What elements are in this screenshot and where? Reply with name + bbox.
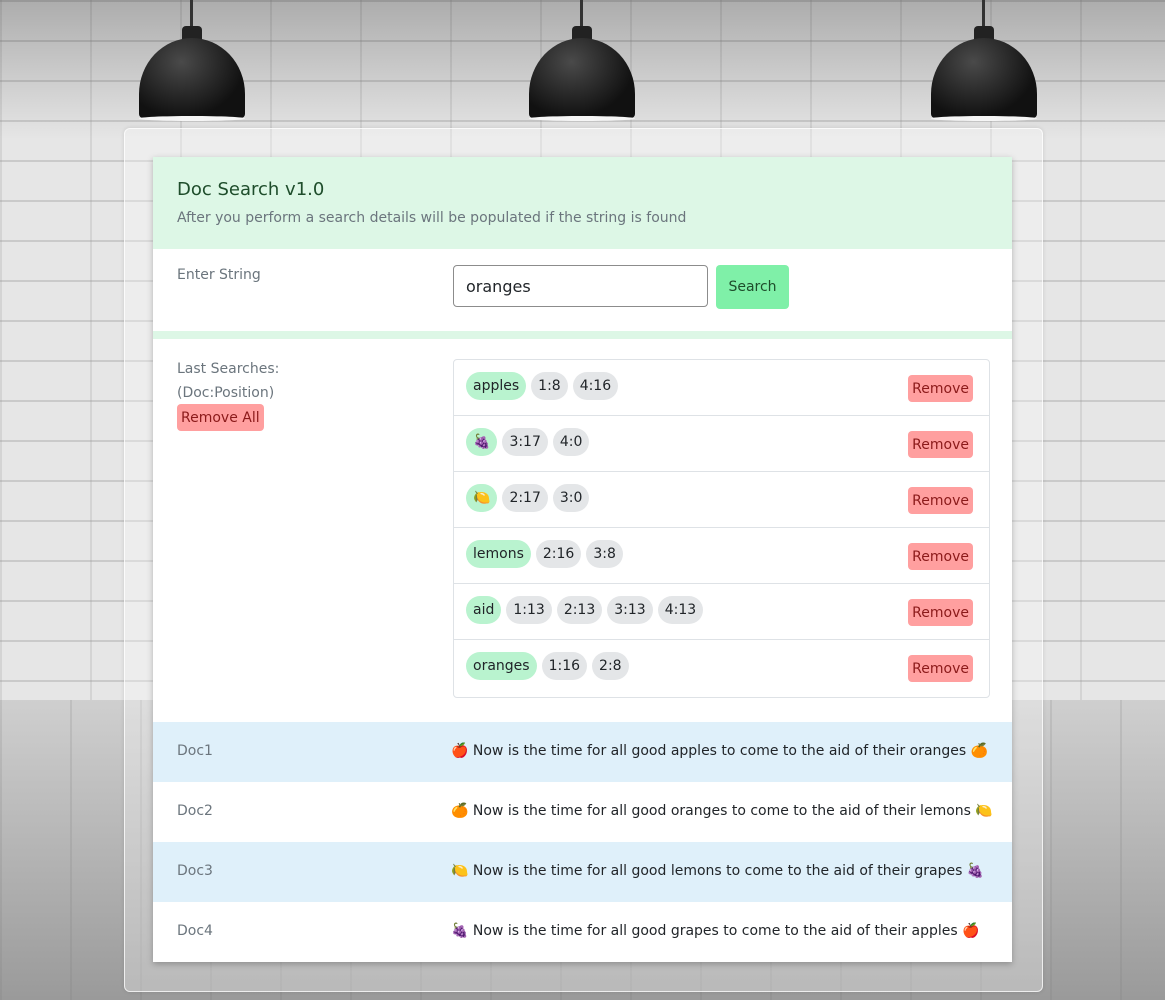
last-searches-label: Last Searches:	[177, 361, 280, 377]
remove-search-button[interactable]: Remove	[908, 375, 973, 402]
position-badge: 4:16	[572, 372, 619, 400]
position-badge: 4:0	[552, 428, 590, 456]
document-name: Doc1	[177, 743, 213, 759]
result-chips: oranges 1:16 2:8	[466, 652, 629, 680]
search-term-badge: lemons	[466, 540, 531, 568]
position-badge: 1:16	[541, 652, 588, 680]
position-badge: 3:0	[552, 484, 590, 512]
document-text: 🍋 Now is the time for all good lemons to…	[451, 863, 985, 879]
search-label: Enter String	[177, 267, 261, 283]
position-badge: 1:8	[531, 372, 568, 400]
search-term-badge: 🍋	[466, 484, 498, 512]
remove-search-button[interactable]: Remove	[908, 599, 973, 626]
result-chips: 🍋 2:17 3:0	[466, 484, 590, 512]
document-row: Doc2 🍊 Now is the time for all good orang…	[153, 782, 1012, 842]
remove-search-button[interactable]: Remove	[908, 543, 973, 570]
pendant-lamp-icon	[527, 0, 637, 125]
search-history-item: oranges 1:16 2:8 Remove	[454, 640, 989, 697]
search-term-badge: oranges	[466, 652, 537, 680]
document-name: Doc2	[177, 803, 213, 819]
page-subtitle: After you perform a search details will …	[177, 210, 687, 226]
document-row: Doc1 🍎 Now is the time for all good apple…	[153, 722, 1012, 782]
search-input[interactable]	[453, 265, 708, 307]
panel-header: Doc Search v1.0 After you perform a sear…	[153, 157, 1012, 249]
document-row: Doc3 🍋 Now is the time for all good lemon…	[153, 842, 1012, 902]
search-button[interactable]: Search	[716, 265, 789, 309]
pendant-lamp-icon	[137, 0, 247, 125]
search-history-item: apples 1:8 4:16 Remove	[454, 360, 989, 416]
search-term-badge: apples	[466, 372, 527, 400]
result-chips: aid 1:13 2:13 3:13 4:13	[466, 596, 704, 624]
position-badge: 2:13	[556, 596, 603, 624]
search-history-item: 🍋 2:17 3:0 Remove	[454, 472, 989, 528]
search-term-badge: 🍇	[466, 428, 498, 456]
position-badge: 4:13	[657, 596, 704, 624]
document-text: 🍎 Now is the time for all good apples to…	[451, 743, 989, 759]
remove-all-button[interactable]: Remove All	[177, 404, 264, 431]
page-title: Doc Search v1.0	[177, 179, 325, 200]
search-history-list: apples 1:8 4:16 Remove 🍇 3:17 4:0 Remove 🍋 2:17 3:…	[453, 359, 990, 698]
position-badge: 3:8	[586, 540, 623, 568]
position-badge: 3:13	[607, 596, 653, 624]
pendant-lamp-icon	[929, 0, 1039, 125]
doc-search-panel: Doc Search v1.0 After you perform a sear…	[153, 157, 1012, 962]
document-name: Doc4	[177, 923, 213, 939]
document-text: 🍊 Now is the time for all good oranges t…	[451, 803, 993, 819]
position-badge: 2:17	[502, 484, 548, 512]
position-badge: 3:17	[502, 428, 548, 456]
position-badge: 2:16	[535, 540, 582, 568]
remove-search-button[interactable]: Remove	[908, 487, 973, 514]
result-chips: lemons 2:16 3:8	[466, 540, 623, 568]
section-divider	[153, 331, 1012, 339]
result-chips: apples 1:8 4:16	[466, 372, 619, 400]
search-history-item: aid 1:13 2:13 3:13 4:13 Remove	[454, 584, 989, 640]
doc-position-hint: (Doc:Position)	[177, 385, 275, 401]
document-name: Doc3	[177, 863, 213, 879]
document-text: 🍇 Now is the time for all good grapes to…	[451, 923, 980, 939]
document-row: Doc4 🍇 Now is the time for all good grape…	[153, 902, 1012, 962]
search-term-badge: aid	[466, 596, 502, 624]
result-chips: 🍇 3:17 4:0	[466, 428, 590, 456]
remove-search-button[interactable]: Remove	[908, 431, 973, 458]
position-badge: 1:13	[506, 596, 552, 624]
remove-search-button[interactable]: Remove	[908, 655, 973, 682]
search-history-item: lemons 2:16 3:8 Remove	[454, 528, 989, 584]
search-history-item: 🍇 3:17 4:0 Remove	[454, 416, 989, 472]
position-badge: 2:8	[592, 652, 629, 680]
